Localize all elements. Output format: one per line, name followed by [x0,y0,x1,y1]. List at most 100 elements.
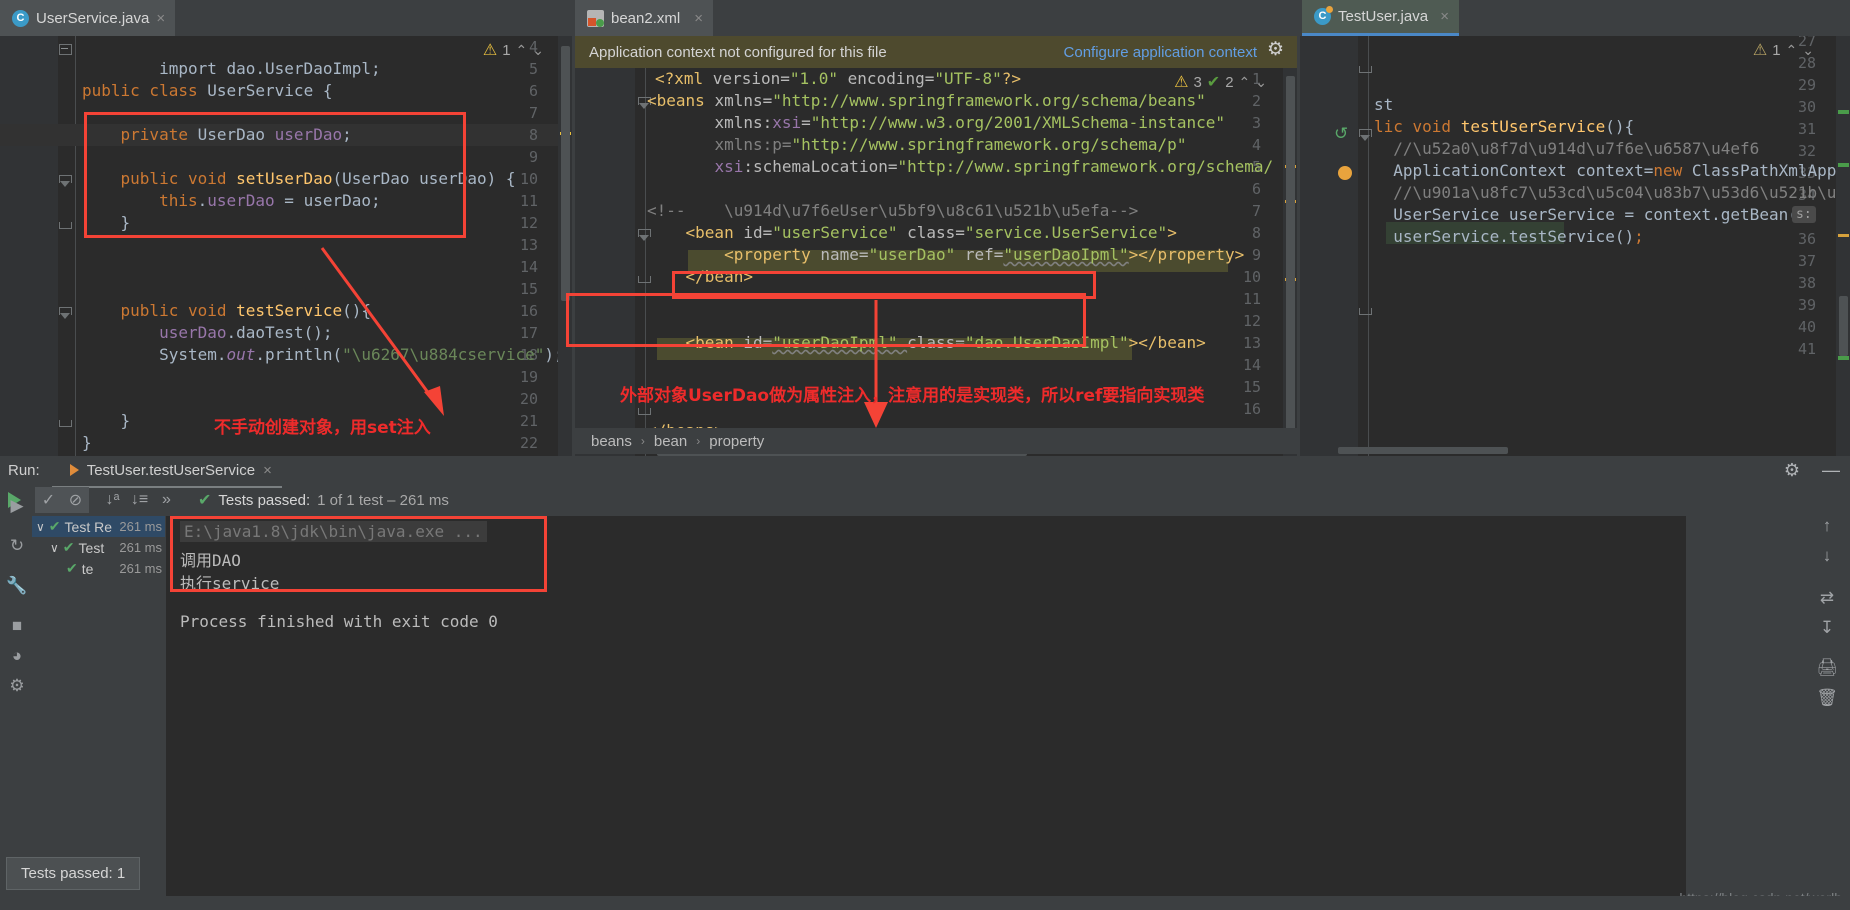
editor-scrollbar-thumb[interactable] [1286,76,1295,436]
run-console[interactable]: E:\java1.8\jdk\bin\java.exe ... 调用DAO 执行… [166,516,1686,910]
close-icon[interactable]: × [263,462,272,479]
wrench-icon[interactable]: 🔧 [6,576,28,598]
scroll-down-icon[interactable]: ↓ [1815,546,1839,570]
sort-alphabetically-icon[interactable]: ↓ᵃ [99,487,126,513]
close-icon[interactable]: × [694,10,703,27]
fold-marker[interactable] [58,173,72,187]
warning-count: 1 [502,41,511,59]
code-line: <bean id="userDaoIpml" class="dao.UserDa… [685,333,1206,352]
gear-icon[interactable]: ⚙ [1784,460,1800,481]
breadcrumb-item-beans[interactable]: beans [591,433,632,450]
tab-label: bean2.xml [611,9,681,27]
minimize-icon[interactable]: — [1822,460,1840,481]
code-line: <property name="userDao" ref="userDaoIpm… [724,245,1245,264]
trash-icon[interactable]: 🗑 [1815,688,1839,712]
chevron-down-icon[interactable]: ∨ [50,541,59,555]
gear-icon[interactable] [1267,38,1284,61]
check-icon: ✔ [62,539,75,555]
code-line: ApplicationContext context=new ClassPath… [1374,161,1837,180]
code-line: <bean id="userService" class="service.Us… [685,223,1177,242]
fold-marker[interactable] [58,217,72,231]
fold-marker[interactable] [1358,127,1372,141]
code-line: public void testService(){ [82,301,371,320]
fold-marker[interactable] [58,305,72,319]
code-line: <beans xmlns="http://www.springframework… [647,91,1206,110]
soft-wrap-icon[interactable]: ⇄ [1815,588,1839,612]
chevron-up-icon[interactable]: ⌃ [1786,42,1798,59]
chevron-down-icon[interactable]: ⌄ [532,42,544,59]
scroll-up-icon[interactable]: ↑ [1815,516,1839,540]
line-number: 7 [528,104,538,122]
editor-scrollbar-thumb[interactable] [561,46,570,301]
tests-passed-badge: Tests passed: 1 [6,857,141,890]
code-line: xmlns:xsi="http://www.w3.org/2001/XMLSch… [714,113,1225,132]
code-line: userDao.daoTest(); [159,323,333,342]
line-number: 39 [1797,296,1816,314]
stop-icon[interactable]: ■ [6,616,28,638]
tab-bean2-xml[interactable]: bean2.xml × [575,0,713,36]
warning-icon: ⚠ [1752,42,1768,59]
line-number: 10 [1242,268,1261,286]
close-icon[interactable]: × [1440,8,1449,25]
configure-app-context-link[interactable]: Configure application context [1064,44,1257,61]
line-number: 15 [1242,378,1261,396]
editor-hscrollbar-thumb[interactable] [1338,447,1508,454]
tab-userservice-java[interactable]: UserService.java × [0,0,175,36]
line-number: 6 [1251,180,1261,198]
show-passed-icon[interactable]: ✓ [35,487,62,513]
chevron-up-icon[interactable]: ⌃ [1239,74,1251,91]
line-number: 30 [1797,98,1816,116]
scroll-to-end-icon[interactable]: ↧ [1815,618,1839,642]
line-number: 20 [519,390,538,408]
run-tab-testuser[interactable]: TestUser.testUserService × [51,462,283,488]
editor-userservice-java[interactable]: 4 5 6 7 8 9 10 11 12 13 14 15 16 17 18 1… [0,36,572,456]
fold-marker[interactable] [1358,61,1372,75]
editor-scroll-rail[interactable] [558,36,572,456]
profiler-icon[interactable]: ⚙ [6,676,28,698]
editor-scrollbar-thumb[interactable] [1839,296,1848,356]
breadcrumb-item-bean[interactable]: bean [654,433,687,450]
editor-scroll-rail[interactable] [1283,68,1297,456]
intention-bulb-icon[interactable] [1338,166,1352,180]
console-line: Process finished with exit code 0 [180,612,498,631]
run-test-gutter-icon[interactable]: ↺ [1334,124,1352,143]
editor-testuser-java[interactable]: 27 28 29 30 31 32 33 34 35 36 37 38 39 4… [1300,36,1850,456]
test-tree-label: te [81,560,94,577]
inspection-widget[interactable]: ⚠ 1 ⌃ ⌄ [483,40,544,60]
line-number: 22 [519,434,538,452]
test-tree-row[interactable]: ✔ te 261 ms [32,558,165,579]
tab-testuser-java[interactable]: TestUser.java × [1302,0,1459,36]
close-icon[interactable]: × [156,10,165,27]
code-line: <?xml version="1.0" encoding="UTF-8"?> [655,69,1022,88]
sort-by-duration-icon[interactable]: ↓≡ [126,487,153,513]
test-tree-row[interactable]: ∨ ✔ Test Re 261 ms [32,516,165,537]
debug-icon[interactable]: ▶ [6,496,28,518]
chevron-down-icon[interactable]: ⌄ [1255,74,1267,91]
xml-file-icon [587,9,604,27]
ignore-tests-icon[interactable]: ⊘ [62,487,89,513]
test-status: ✔ Tests passed: 1 of 1 test – 261 ms [198,490,449,510]
breadcrumb-item-property[interactable]: property [709,433,764,450]
test-tree-row[interactable]: ∨ ✔ Test 261 ms [32,537,165,558]
code-line: } [82,213,131,232]
chevron-down-icon[interactable]: ⌄ [1802,42,1814,59]
check-icon: ✔ [66,560,78,576]
print-icon[interactable]: 🖨 [1815,658,1839,682]
line-number: 36 [1797,230,1816,248]
chevron-up-icon[interactable]: ⌃ [516,42,528,59]
editor-scroll-rail[interactable] [1836,36,1850,456]
warning-count: 1 [1772,41,1781,59]
chevron-down-icon[interactable]: ∨ [36,520,45,534]
fold-marker[interactable] [58,41,72,55]
restart-icon[interactable]: ↻ [6,536,28,558]
run-left-toolstrip: ▶ ↻ 🔧 ■ ◕ ⚙ [0,484,32,910]
inspection-widget[interactable]: ⚠ 1 ⌃ ⌄ [1753,40,1814,60]
more-actions-icon[interactable]: » [153,487,180,513]
fold-marker[interactable] [58,415,72,429]
camera-icon[interactable]: ◕ [6,646,28,668]
test-result-tree[interactable]: ∨ ✔ Test Re 261 ms ∨ ✔ Test 261 ms ✔ te … [32,516,165,910]
fold-marker[interactable] [1358,303,1372,317]
inspection-widget[interactable]: ⚠ 3 ✔ 2 ⌃ ⌄ [1174,72,1267,92]
check-icon: ✔ [198,492,212,509]
line-number: 9 [528,148,538,166]
